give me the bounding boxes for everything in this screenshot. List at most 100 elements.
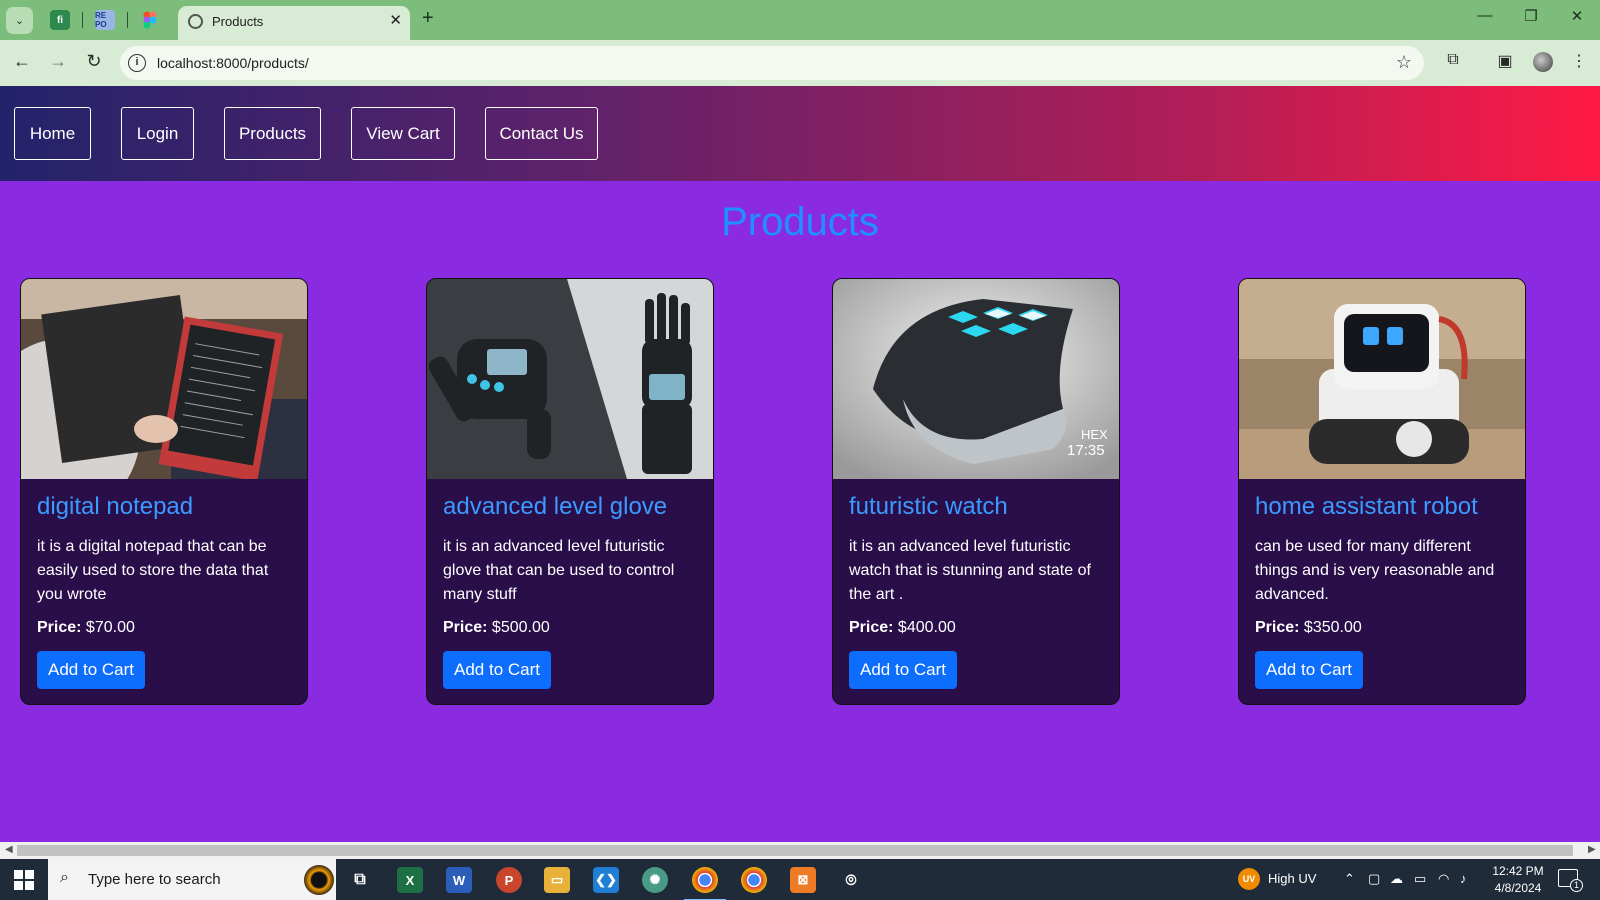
pinned-tab-2-icon: RE PO: [95, 11, 107, 29]
battery-icon[interactable]: ▭: [1414, 871, 1426, 887]
nav-home-button[interactable]: Home: [14, 107, 91, 160]
browser-toolbar: ← → ↻ i localhost:8000/products/ ☆ ⧉ ▣ ⋮: [0, 40, 1600, 86]
forward-arrow-icon[interactable]: →: [46, 51, 70, 72]
scroll-left-icon[interactable]: ◀: [5, 844, 13, 855]
price-label: Price:: [443, 619, 488, 636]
pinned-tab-1[interactable]: fi: [50, 10, 70, 30]
globe-icon: [188, 14, 203, 29]
close-window-icon[interactable]: ✕: [1562, 7, 1592, 25]
futuristic-watch-image: HEX 17:35: [833, 279, 1119, 479]
extensions-icon[interactable]: ⧉: [1442, 51, 1464, 69]
close-tab-icon[interactable]: ✕: [389, 11, 402, 29]
figma-icon: [143, 11, 157, 29]
site-navbar: Home Login Products View Cart Contact Us: [0, 86, 1600, 181]
browser-tabstrip: ⌄ fi RE PO Products ✕ + — ❐ ✕: [0, 0, 1600, 40]
side-panel-icon[interactable]: ▣: [1494, 51, 1516, 71]
price-value: $400.00: [897, 619, 956, 636]
nav-view-cart-button[interactable]: View Cart: [351, 107, 455, 160]
excel-icon[interactable]: X: [397, 867, 423, 893]
tab-separator: [82, 12, 83, 28]
search-placeholder: Type here to search: [88, 871, 221, 888]
add-to-cart-button[interactable]: Add to Cart: [443, 651, 551, 689]
tab-separator: [127, 12, 128, 28]
search-highlight-icon: [304, 865, 334, 895]
onedrive-cloud-icon[interactable]: ☁: [1390, 871, 1403, 887]
wifi-icon[interactable]: ◠: [1438, 871, 1449, 887]
nav-products-button[interactable]: Products: [224, 107, 321, 160]
product-price: Price: $400.00: [849, 619, 956, 637]
product-description: it is a digital notepad that can be easi…: [37, 538, 269, 603]
vscode-icon[interactable]: ❮❯: [593, 867, 619, 893]
clock-time: 12:42 PM: [1492, 864, 1544, 878]
system-clock[interactable]: 12:42 PM 4/8/2024: [1488, 863, 1548, 897]
minimize-icon[interactable]: —: [1470, 7, 1500, 24]
product-card: home assistant robot can be used for man…: [1238, 278, 1526, 705]
horizontal-scrollbar[interactable]: ◀ ▶: [0, 842, 1600, 859]
task-view-icon[interactable]: ⧉: [347, 867, 373, 893]
tab-products[interactable]: Products ✕: [178, 6, 410, 40]
product-description: can be used for many different things an…: [1255, 538, 1495, 603]
pinned-tab-2[interactable]: RE PO: [95, 10, 115, 30]
nav-login-button[interactable]: Login: [121, 107, 194, 160]
windows-taskbar: ⌕ Type here to search ⧉ X W P ▭ ❮❯ ✺ ⊠ ⌾…: [0, 859, 1600, 900]
weather-uv-icon[interactable]: UV: [1238, 868, 1260, 890]
obs-icon[interactable]: ⌾: [838, 867, 864, 893]
url-text[interactable]: localhost:8000/products/: [157, 55, 309, 71]
menu-dots-icon[interactable]: ⋮: [1568, 51, 1590, 71]
profile-avatar[interactable]: [1533, 52, 1553, 72]
product-name: home assistant robot: [1255, 493, 1478, 520]
product-description: it is an advanced level futuristic watch…: [849, 538, 1091, 603]
page-title: Products: [721, 200, 879, 244]
home-robot-image: [1239, 279, 1525, 479]
price-value: $70.00: [85, 619, 135, 636]
digital-notepad-image: [21, 279, 307, 479]
file-explorer-icon[interactable]: ▭: [544, 867, 570, 893]
notification-center-icon[interactable]: 1: [1558, 869, 1583, 892]
xampp-icon[interactable]: ⊠: [790, 867, 816, 893]
nav-contact-us-button[interactable]: Contact Us: [485, 107, 598, 160]
product-name: advanced level glove: [443, 493, 668, 520]
add-to-cart-button[interactable]: Add to Cart: [1255, 651, 1363, 689]
chrome-icon[interactable]: [741, 867, 767, 893]
chatgpt-icon[interactable]: ✺: [642, 867, 668, 893]
price-value: $500.00: [491, 619, 550, 636]
product-name: futuristic watch: [849, 493, 1008, 520]
chrome-icon[interactable]: [684, 867, 726, 900]
product-card: HEX 17:35 futuristic watch it is an adva…: [832, 278, 1120, 705]
scrollbar-thumb[interactable]: [17, 845, 1573, 856]
taskbar-search-box[interactable]: ⌕ Type here to search: [48, 859, 336, 900]
back-arrow-icon[interactable]: ←: [10, 51, 34, 72]
add-to-cart-button[interactable]: Add to Cart: [849, 651, 957, 689]
add-to-cart-button[interactable]: Add to Cart: [37, 651, 145, 689]
address-bar[interactable]: i localhost:8000/products/ ☆: [120, 46, 1424, 80]
product-card: digital notepad it is a digital notepad …: [20, 278, 308, 705]
search-icon: ⌕: [60, 869, 69, 886]
product-name: digital notepad: [37, 493, 194, 520]
product-price: Price: $500.00: [443, 619, 550, 637]
price-value: $350.00: [1303, 619, 1362, 636]
meet-icon[interactable]: ▢: [1368, 871, 1380, 887]
site-info-icon[interactable]: i: [128, 54, 146, 72]
price-label: Price:: [37, 619, 82, 636]
clock-date: 4/8/2024: [1494, 881, 1542, 895]
powerpoint-icon[interactable]: P: [496, 867, 522, 893]
windows-start-icon[interactable]: [14, 870, 34, 890]
tab-search-button[interactable]: ⌄: [6, 7, 33, 34]
tab-title: Products: [212, 14, 264, 29]
weather-text[interactable]: High UV: [1268, 871, 1316, 886]
scroll-right-icon[interactable]: ▶: [1588, 844, 1596, 855]
price-label: Price:: [1255, 619, 1300, 636]
chevron-up-icon[interactable]: ⌃: [1344, 871, 1355, 887]
pinned-tab-3[interactable]: [140, 10, 160, 30]
new-tab-icon[interactable]: +: [422, 7, 434, 30]
volume-icon[interactable]: ♪: [1460, 871, 1467, 886]
word-icon[interactable]: W: [446, 867, 472, 893]
restore-icon[interactable]: ❐: [1516, 7, 1546, 25]
price-label: Price:: [849, 619, 894, 636]
reload-icon[interactable]: ↻: [82, 51, 106, 72]
bookmark-star-icon[interactable]: ☆: [1396, 52, 1412, 73]
watch-brand-text: HEX: [1081, 427, 1108, 442]
product-description: it is an advanced level futuristic glove…: [443, 538, 675, 603]
notification-count: 1: [1570, 879, 1583, 892]
advanced-glove-image: [427, 279, 713, 479]
